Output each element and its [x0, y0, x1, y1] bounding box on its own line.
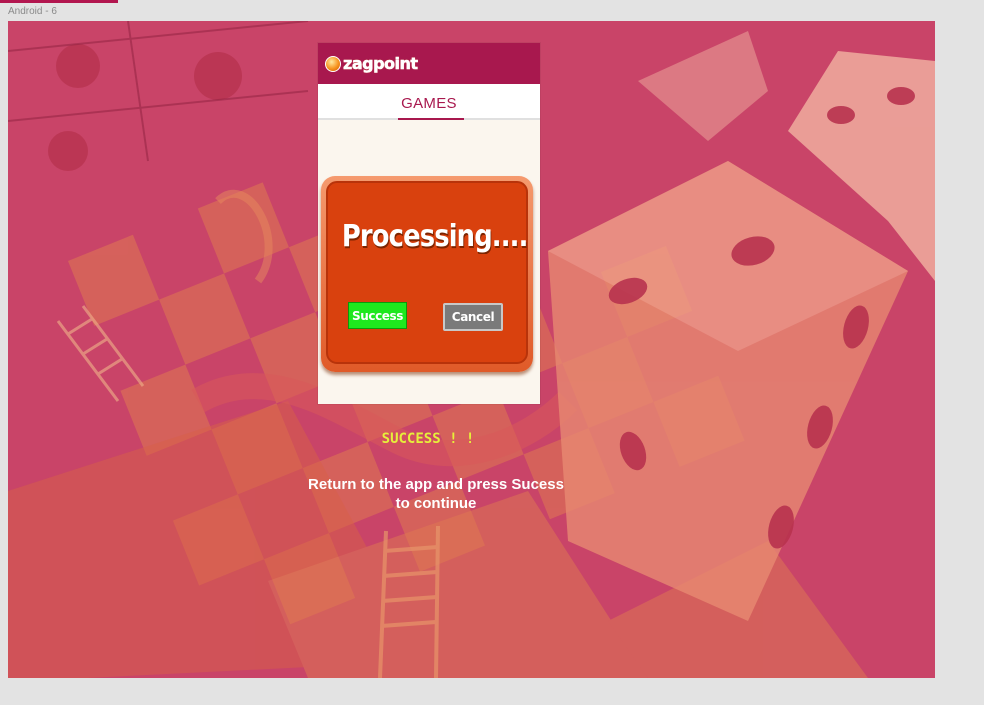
- app-logo-text: zagpoint: [343, 54, 419, 74]
- success-button[interactable]: Success: [348, 302, 407, 329]
- instruction-line-1: Return to the app and press Sucess: [308, 476, 564, 493]
- zagpoint-logo-icon: [325, 55, 341, 72]
- app-header: zagpoint: [318, 43, 540, 84]
- processing-title: Processing....: [341, 219, 529, 254]
- cancel-button[interactable]: Cancel: [443, 303, 503, 331]
- instruction-line-2: to continue: [395, 495, 477, 512]
- tab-games-label: GAMES: [401, 95, 457, 112]
- processing-dialog: Processing.... Success Cancel: [321, 176, 533, 372]
- frame-label: Android - 6: [8, 6, 57, 17]
- tab-active-indicator: [398, 118, 464, 120]
- frame-accent-bar: [0, 0, 118, 3]
- app-screen: zagpoint GAMES Processing.... Success Ca…: [318, 43, 540, 404]
- success-message: SUCCESS ! !: [381, 431, 475, 447]
- artboard: zagpoint GAMES Processing.... Success Ca…: [8, 21, 935, 678]
- tab-games[interactable]: GAMES: [318, 84, 540, 120]
- instruction-text: Return to the app and press Sucess to co…: [298, 475, 574, 513]
- processing-dialog-panel: Processing.... Success Cancel: [326, 181, 528, 364]
